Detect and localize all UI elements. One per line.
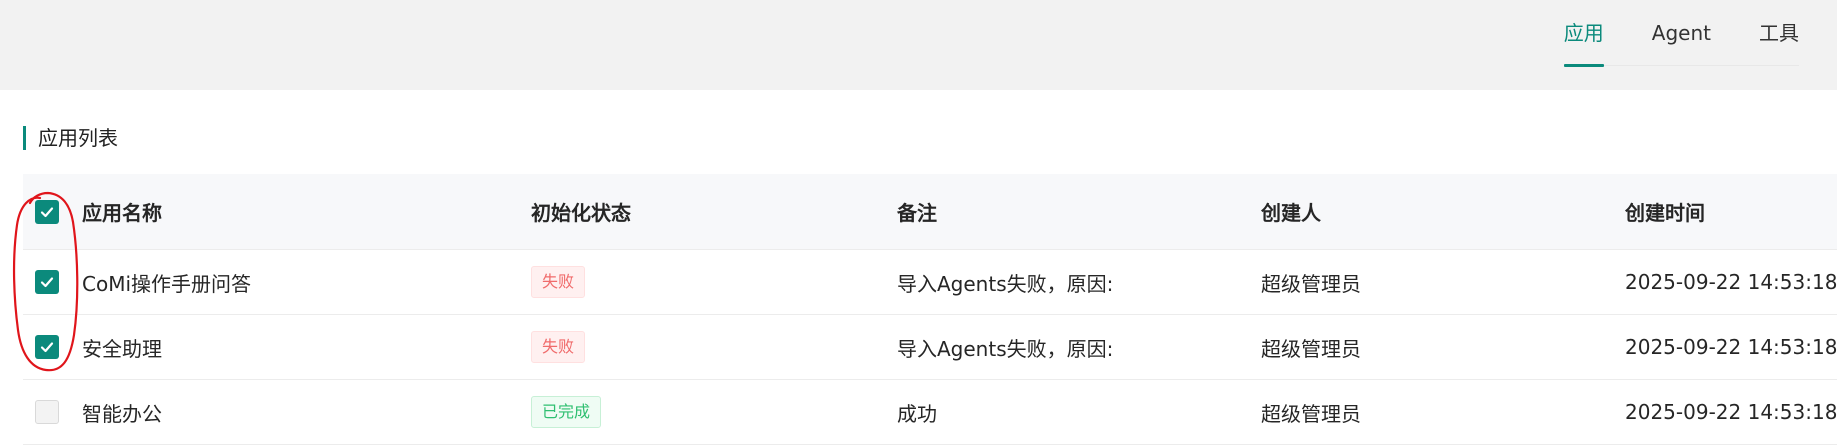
table-row[interactable]: 安全助理 失败 导入Agents失败，原因: 超级管理员 2025-09-22 … bbox=[23, 315, 1837, 380]
column-header-status[interactable]: 初始化状态 bbox=[531, 174, 631, 249]
creator-text: 超级管理员 bbox=[1261, 401, 1361, 426]
created-time: 2025-09-22 14:53:18 bbox=[1625, 400, 1837, 424]
row-checkbox[interactable] bbox=[35, 270, 59, 294]
row-checkbox[interactable] bbox=[35, 400, 59, 424]
column-header-name[interactable]: 应用名称 bbox=[82, 174, 162, 249]
app-name: 智能办公 bbox=[82, 401, 162, 426]
top-bar: 应用 Agent 工具 bbox=[0, 0, 1837, 90]
tab-apps[interactable]: 应用 bbox=[1563, 0, 1604, 67]
row-checkbox[interactable] bbox=[35, 335, 59, 359]
creator-text: 超级管理员 bbox=[1261, 271, 1361, 296]
status-badge: 已完成 bbox=[531, 396, 602, 428]
app-table: 应用名称 初始化状态 备注 创建人 创建时间 CoMi操作手册问答 失败 导入A… bbox=[23, 174, 1837, 445]
check-icon bbox=[40, 206, 54, 217]
table-row[interactable]: CoMi操作手册问答 失败 导入Agents失败，原因: 超级管理员 2025-… bbox=[23, 250, 1837, 315]
app-name: CoMi操作手册问答 bbox=[82, 271, 252, 296]
created-time: 2025-09-22 14:53:18 bbox=[1625, 335, 1837, 359]
section-title: 应用列表 bbox=[23, 126, 118, 150]
status-badge: 失败 bbox=[531, 331, 586, 363]
note-text: 导入Agents失败，原因: bbox=[897, 336, 1114, 361]
check-icon bbox=[40, 342, 54, 353]
column-header-time[interactable]: 创建时间 bbox=[1625, 174, 1705, 249]
select-all-checkbox[interactable] bbox=[35, 199, 59, 224]
column-header-note[interactable]: 备注 bbox=[897, 174, 937, 249]
check-icon bbox=[40, 277, 54, 288]
tab-agent[interactable]: Agent bbox=[1652, 0, 1711, 66]
app-name: 安全助理 bbox=[82, 336, 162, 361]
table-row[interactable]: 智能办公 已完成 成功 超级管理员 2025-09-22 14:53:18 bbox=[23, 380, 1837, 445]
note-text: 成功 bbox=[897, 401, 937, 426]
creator-text: 超级管理员 bbox=[1261, 336, 1361, 361]
tab-bar: 应用 Agent 工具 bbox=[1563, 0, 1799, 67]
tab-tools[interactable]: 工具 bbox=[1759, 0, 1799, 66]
table-header: 应用名称 初始化状态 备注 创建人 创建时间 bbox=[23, 174, 1837, 250]
created-time: 2025-09-22 14:53:18 bbox=[1625, 270, 1837, 294]
status-badge: 失败 bbox=[531, 266, 586, 298]
note-text: 导入Agents失败，原因: bbox=[897, 271, 1114, 296]
column-header-creator[interactable]: 创建人 bbox=[1261, 174, 1321, 249]
